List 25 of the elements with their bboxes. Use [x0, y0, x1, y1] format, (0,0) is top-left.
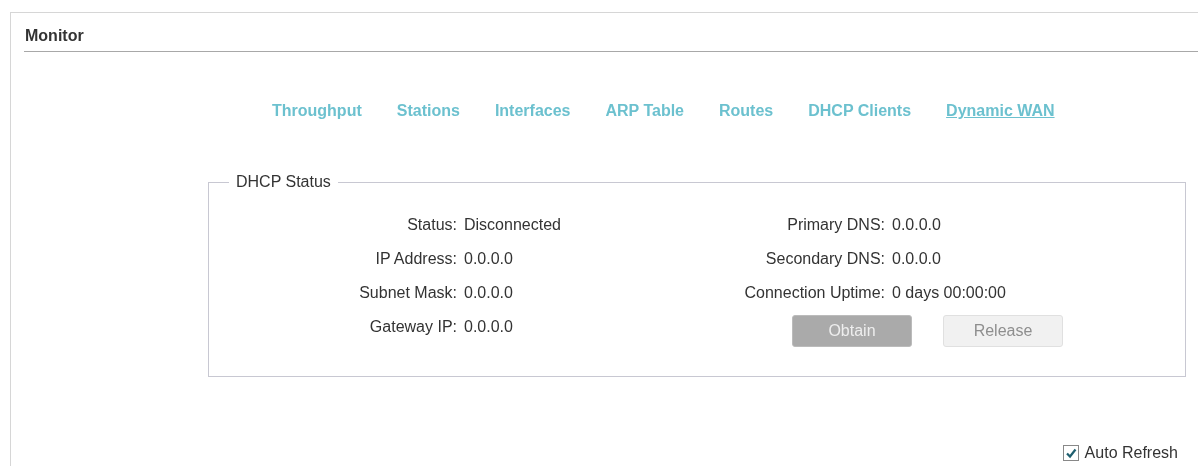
field-label: Gateway IP: [368, 317, 457, 337]
tab[interactable]: DHCP Clients [808, 102, 912, 120]
field-value: 0.0.0.0 [464, 249, 514, 269]
field-label: IP Address: [374, 249, 457, 269]
tab[interactable]: Routes [719, 102, 774, 120]
field-value: Disconnected [464, 215, 561, 235]
field-label: Status: [406, 215, 457, 235]
field-value: 0.0.0.0 [464, 317, 514, 337]
auto-refresh-checkbox[interactable] [1062, 445, 1079, 461]
obtain-button[interactable]: Obtain [792, 315, 912, 347]
field-value: 0.0.0.0 [892, 249, 942, 269]
tab[interactable]: Throughput [272, 102, 362, 120]
tab[interactable]: Dynamic WAN [946, 102, 1055, 120]
tab[interactable]: Interfaces [494, 102, 571, 120]
tab[interactable]: Stations [396, 102, 460, 120]
field-value: 0.0.0.0 [892, 215, 942, 235]
checkbox-label: Auto Refresh [1084, 444, 1178, 462]
field-value: 0.0.0.0 [464, 283, 514, 303]
field-label: Subnet Mask: [358, 283, 457, 303]
field-value: 0 days 00:00:00 [892, 283, 1007, 303]
field-label: Connection Uptime: [743, 283, 885, 303]
field-label: Primary DNS: [786, 215, 885, 235]
panel-title: Monitor [24, 26, 84, 46]
field-label: Secondary DNS: [764, 249, 885, 269]
tab[interactable]: ARP Table [605, 102, 684, 120]
